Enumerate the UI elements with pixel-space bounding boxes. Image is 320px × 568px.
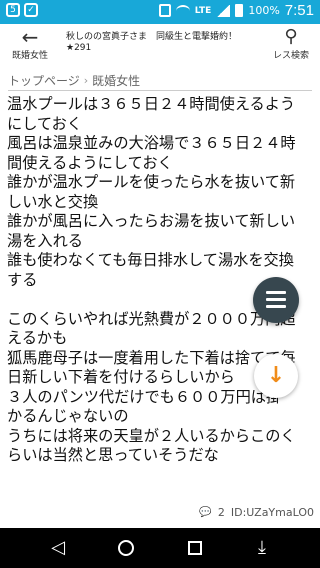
post-line: 誰かが風呂に入ったらお湯を抜いて新しい	[7, 212, 296, 230]
nav-recents-button[interactable]	[183, 536, 207, 560]
search-icon: ⚲	[284, 26, 298, 47]
system-indicators: LTE 100% 7:51	[158, 2, 314, 19]
signal-icon	[216, 4, 231, 17]
back-arrow-icon: ←	[21, 25, 39, 49]
search-replies-button[interactable]: ⚲ レス検索	[266, 26, 316, 61]
thread-title-count: ★291	[66, 43, 92, 53]
breadcrumb-home-link[interactable]: トップページ	[8, 72, 80, 89]
post-line: しい水と交換	[7, 192, 99, 211]
menu-icon	[266, 305, 286, 308]
post-line: 湯を入れる	[7, 231, 83, 250]
reply-count[interactable]: 2	[218, 506, 225, 519]
post-line: 誰も使わなくても毎日排水して湯水を交換	[7, 251, 294, 269]
clock: 7:51	[284, 2, 314, 19]
menu-button[interactable]	[253, 277, 299, 323]
app-header: ← 既婚女性 秋しのの宮眞子さま 同級生と電撃婚約！ ★291 ⚲ レス検索	[0, 24, 320, 68]
reply-count-icon: 💬	[199, 507, 212, 518]
menu-icon	[266, 298, 286, 301]
post-line: 温水プールは３６５日２４時間使えるよう	[7, 95, 296, 113]
thread-title: 秋しのの宮眞子さま 同級生と電撃婚約！ ★291	[66, 32, 262, 54]
search-label: レス検索	[272, 51, 309, 61]
breadcrumb-board-link[interactable]: 既婚女性	[92, 72, 140, 89]
post-line: にしておく	[7, 114, 83, 133]
arrow-down-icon: ↓	[266, 363, 286, 388]
back-button[interactable]: ← 既婚女性	[8, 26, 52, 61]
recents-icon	[188, 541, 202, 555]
divider	[8, 90, 312, 91]
wifi-icon	[175, 4, 190, 17]
post-line: うちには将来の天皇が２人いるからこのく	[7, 426, 296, 445]
battery-icon	[235, 4, 244, 17]
app-notification-icon: 5	[6, 3, 20, 17]
system-nav-bar: ◁ ⤓	[0, 528, 320, 568]
post-line: 誰かが温水プールを使ったら水を抜いて新	[7, 173, 296, 191]
nav-home-button[interactable]	[114, 536, 138, 560]
back-label: 既婚女性	[11, 51, 48, 61]
thread-title-text: 秋しのの宮眞子さま 同級生と電撃婚約！	[66, 32, 238, 42]
scroll-down-button[interactable]: ↓	[254, 354, 298, 398]
lte-label: LTE	[194, 5, 212, 16]
post-line: 間使えるようにしておく	[7, 153, 173, 172]
vibrate-icon	[158, 4, 171, 17]
chevron-right-icon: ›	[83, 73, 89, 87]
calendar-notification-icon: ✓	[24, 3, 38, 17]
nav-back-button[interactable]: ◁	[46, 536, 70, 560]
poster-id[interactable]: ID:UZaYmaLO0	[231, 506, 314, 519]
breadcrumb: トップページ › 既婚女性	[8, 70, 140, 90]
post-line: えるかも	[7, 329, 68, 347]
post-meta: 💬 2 ID:UZaYmaLO0	[199, 506, 314, 519]
nav-download-button[interactable]: ⤓	[250, 536, 274, 560]
post-line: 風呂は温泉並みの大浴場で３６５日２４時	[7, 134, 296, 152]
post-line: らいは当然と思っていそうだな	[7, 446, 219, 464]
status-bar: 5 ✓ LTE 100% 7:51	[0, 0, 320, 24]
menu-icon	[266, 291, 286, 294]
home-icon	[118, 540, 134, 556]
battery-percent: 100%	[248, 4, 280, 17]
notification-icons: 5 ✓	[6, 3, 38, 17]
post-line: かるんじゃないの	[7, 407, 129, 425]
